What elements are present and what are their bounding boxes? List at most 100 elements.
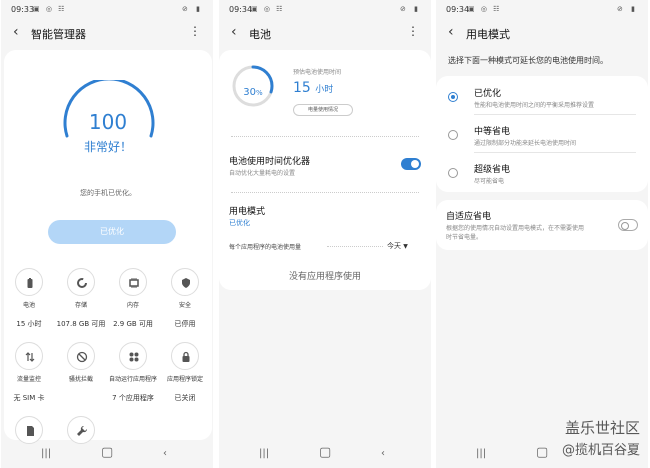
app-lock-value: 已关闭 (174, 394, 196, 402)
battery-card: 30% 预估电池使用时间 15 小时 电量使用情况 电池使用时间优化器 自动优化… (219, 50, 431, 290)
security-item[interactable]: 安全 已停用 (160, 268, 210, 329)
divider (474, 152, 636, 153)
mode-optimized-title[interactable]: 已优化 (474, 86, 501, 99)
back-arrow-icon[interactable]: ‹ (448, 24, 454, 40)
optimizer-subtitle: 自动优化大量耗电的设置 (229, 170, 296, 177)
sd-card-icon (27, 426, 34, 436)
radio-medium[interactable] (448, 130, 458, 140)
power-mode-title[interactable]: 用电模式 (229, 204, 265, 217)
nav-back-icon[interactable]: ‹ (381, 448, 385, 459)
status-time: 09:34 (229, 5, 253, 14)
battery-item[interactable]: 电池 15 小时 (4, 268, 54, 329)
recents-icon[interactable]: ||| (259, 448, 269, 459)
storage-value: 107.8 GB 可用 (56, 320, 106, 328)
home-icon[interactable]: ▢ (536, 445, 548, 460)
security-value: 已停用 (174, 320, 196, 328)
radio-max[interactable] (448, 168, 458, 178)
divider (474, 114, 636, 115)
auto-run-label: 自动运行应用程序 (108, 376, 157, 383)
watermark-line1: 盖乐世社区 (564, 419, 640, 437)
system-icons: ⊘ ▮ (182, 5, 203, 13)
optimized-message: 您的手机已优化。 (80, 189, 136, 197)
recents-icon[interactable]: ||| (476, 448, 486, 459)
adaptive-sub-line1: 根据您的使用情况自动设置用电模式，在不需要使用 (446, 225, 585, 232)
memory-label: 内存 (126, 302, 139, 309)
dotted-leader (327, 246, 383, 247)
storage-label: 存储 (74, 302, 87, 309)
status-bar: 09:34 ▣ ◎ ☷ ⊘ ▮ (219, 0, 431, 18)
app-lock-item[interactable]: 应用程序锁定 已关闭 (160, 342, 210, 403)
adaptive-toggle[interactable] (618, 219, 638, 231)
extra-item-2[interactable] (56, 416, 106, 444)
memory-value: 2.9 GB 可用 (113, 320, 153, 328)
navigation-bar: ||| ▢ ‹ (219, 442, 431, 468)
memory-item[interactable]: 内存 2.9 GB 可用 (108, 268, 158, 329)
divider (231, 192, 419, 193)
page-title: 电池 (249, 28, 271, 41)
main-card: 100 非常好！ 您的手机已优化。 已优化 电池 15 小时 存储 107.8 … (4, 50, 212, 444)
back-arrow-icon[interactable]: ‹ (13, 24, 19, 40)
optimization-score: 100 (88, 110, 128, 134)
home-icon[interactable]: ▢ (101, 445, 113, 460)
memory-icon (129, 278, 139, 288)
status-bar: 09:33 ▣ ◎ ☷ ⊘ ▮ (1, 0, 213, 18)
system-icons: ⊘ ▮ (400, 5, 421, 13)
auto-run-item[interactable]: 自动运行应用程序 7 个应用程序 (108, 342, 158, 403)
optimize-button[interactable]: 已优化 (48, 220, 176, 244)
no-apps-message: 没有应用程序使用 (288, 272, 361, 282)
divider (231, 136, 419, 137)
battery-screen: 09:34 ▣ ◎ ☷ ⊘ ▮ ‹ 电池 ⋮ 30% 预估电池使用时间 15 小… (219, 0, 431, 468)
modes-card: 已优化 性能和电池使用时间之间的平衡采用推荐设置 中等省电 通过限制部分功能来延… (436, 76, 648, 192)
app-bar: ‹ 用电模式 (436, 22, 648, 44)
data-monitor-value: 无 SIM 卡 (13, 394, 45, 402)
page-title: 智能管理器 (31, 28, 86, 41)
radio-optimized[interactable] (448, 92, 458, 102)
data-monitor-label: 流量监控 (16, 376, 41, 383)
security-label: 安全 (178, 302, 191, 309)
smart-manager-screen: 09:33 ▣ ◎ ☷ ⊘ ▮ ‹ 智能管理器 ⋮ 100 非常好！ 您的手机已… (1, 0, 213, 468)
extra-item-1[interactable] (4, 416, 54, 444)
adaptive-card: 自适应省电 根据您的使用情况自动设置用电模式，在不需要使用 时节省电量。 (436, 200, 648, 250)
optimizer-toggle[interactable] (401, 158, 421, 170)
app-bar: ‹ 电池 ⋮ (219, 22, 431, 44)
battery-percent: 30% (243, 87, 263, 98)
page-title: 用电模式 (466, 28, 510, 41)
back-arrow-icon[interactable]: ‹ (231, 24, 237, 40)
more-options-icon[interactable]: ⋮ (189, 24, 201, 38)
data-monitor-item[interactable]: 流量监控 无 SIM 卡 (4, 342, 54, 403)
estimate-value: 15 小时 (293, 80, 334, 96)
storage-icon (77, 278, 87, 288)
battery-icon (27, 278, 33, 288)
data-monitor-icon (25, 352, 35, 362)
battery-value: 15 小时 (16, 320, 42, 328)
per-app-usage-label: 每个应用程序的电池使用量 (229, 244, 302, 251)
recents-icon[interactable]: ||| (41, 448, 51, 459)
dropdown-arrow-icon: ▼ (403, 243, 408, 250)
adaptive-title[interactable]: 自适应省电 (446, 209, 491, 222)
more-options-icon[interactable]: ⋮ (407, 24, 419, 38)
lock-icon (182, 351, 190, 362)
period-value: 今天 (387, 242, 401, 250)
nav-back-icon[interactable]: ‹ (163, 448, 167, 459)
notification-icons: ▣ ◎ ☷ (468, 5, 502, 13)
app-lock-label: 应用程序锁定 (166, 376, 203, 383)
shield-icon (182, 278, 190, 288)
storage-item[interactable]: 存储 107.8 GB 可用 (56, 268, 106, 329)
adaptive-sub-line2: 时节省电量。 (446, 234, 483, 241)
mode-max-title[interactable]: 超级省电 (474, 162, 510, 175)
navigation-bar: ||| ▢ ‹ (1, 442, 213, 468)
mode-max-sub: 尽可能省电 (474, 178, 505, 185)
home-icon[interactable]: ▢ (319, 445, 331, 460)
call-block-item[interactable]: 骚扰拦截 (56, 342, 106, 393)
block-icon (76, 351, 88, 363)
power-mode-screen: 09:34 ▣ ◎ ☷ ⊘ ▮ ‹ 用电模式 选择下面一种模式可延长您的电池使用… (436, 0, 648, 468)
estimate-label: 预估电池使用时间 (293, 69, 342, 76)
notification-icons: ▣ ◎ ☷ (251, 5, 285, 13)
auto-run-value: 7 个应用程序 (112, 394, 154, 402)
battery-usage-button[interactable]: 电量使用情况 (293, 104, 353, 116)
score-status: 非常好！ (83, 140, 132, 154)
period-dropdown[interactable]: 今天 ▼ (387, 241, 408, 251)
battery-ring (232, 65, 274, 107)
mode-medium-title[interactable]: 中等省电 (474, 124, 510, 137)
mode-optimized-sub: 性能和电池使用时间之间的平衡采用推荐设置 (474, 102, 595, 109)
